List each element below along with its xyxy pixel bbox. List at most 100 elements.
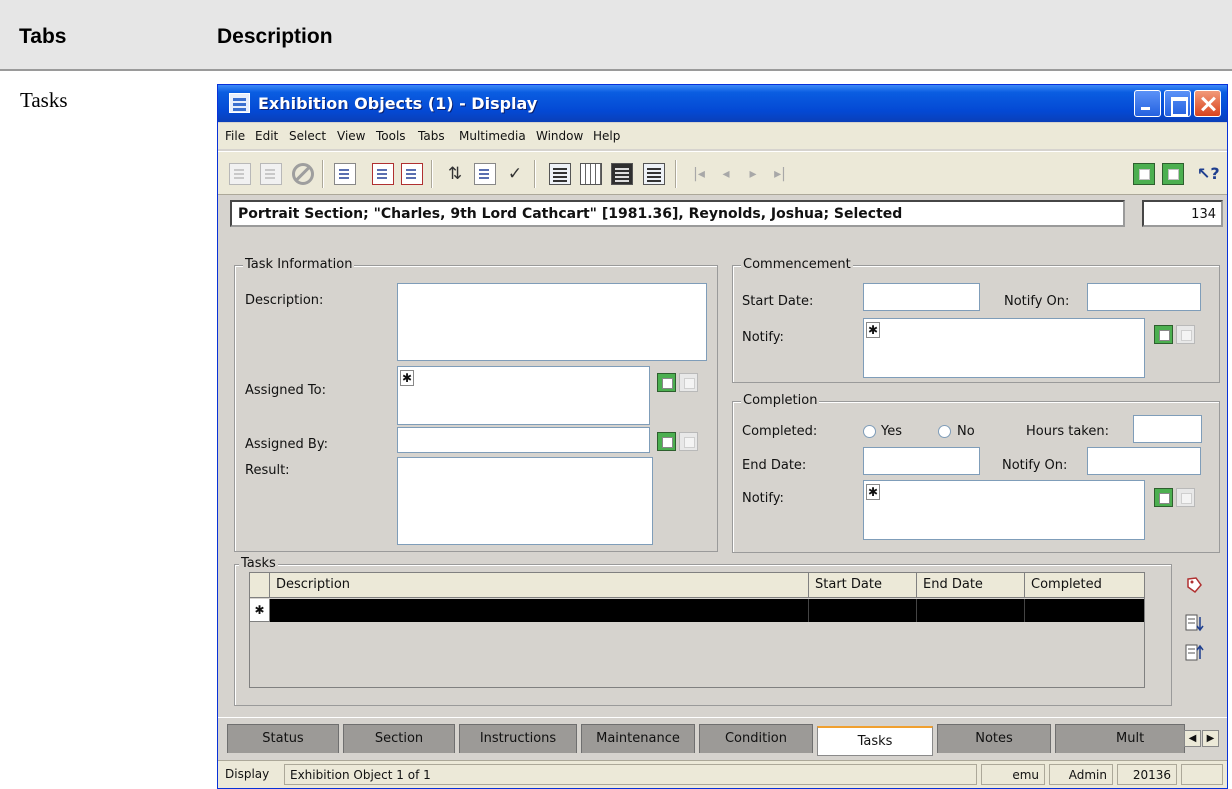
tab-section[interactable]: Section [343,724,455,753]
menu-bar: File Edit Select View Tools Tabs Multime… [218,123,1227,149]
menu-view[interactable]: View [337,129,365,143]
assigned-by-lookup-icon[interactable] [657,432,676,451]
menu-tools[interactable]: Tools [376,129,406,143]
completion-title: Completion [741,393,820,408]
completion-notify-lookup-icon[interactable] [1154,488,1173,507]
notes-icon[interactable] [1162,163,1184,185]
completed-no-label: No [957,424,975,439]
delete-record-icon[interactable] [401,163,423,185]
grid-header-description[interactable]: Description [270,573,809,598]
task-information-title: Task Information [243,257,355,272]
grid-header-start-date[interactable]: Start Date [809,573,917,598]
previous-record-icon[interactable]: ◂ [715,163,737,185]
tab-multimedia[interactable]: Mult [1055,724,1185,753]
tab-tasks[interactable]: Tasks [817,726,933,756]
completion-notify-view-icon[interactable] [1176,488,1195,507]
grid-cell[interactable] [270,599,809,622]
close-button[interactable] [1194,90,1221,117]
window-title: Exhibition Objects (1) - Display [258,94,538,113]
attach-icon[interactable] [474,163,496,185]
end-date-field[interactable] [863,447,980,475]
record-summary: Portrait Section; "Charles, 9th Lord Cat… [230,200,1125,227]
tab-instructions[interactable]: Instructions [459,724,577,753]
assigned-by-view-icon[interactable] [679,432,698,451]
copy-record-icon[interactable] [372,163,394,185]
assigned-to-field[interactable]: ✱ [397,366,650,425]
spell-check-icon[interactable]: ✓ [504,163,526,185]
menu-tabs[interactable]: Tabs [418,129,445,143]
move-row-up-icon[interactable] [1184,643,1204,663]
commencement-notify-on-field[interactable] [1087,283,1201,311]
new-row-star-icon: ✱ [866,484,880,500]
menu-edit[interactable]: Edit [255,129,278,143]
tag-icon[interactable] [1184,575,1204,595]
menu-select[interactable]: Select [289,129,326,143]
move-row-down-icon[interactable] [1184,613,1204,633]
description-field[interactable] [397,283,707,361]
status-mode: Display [220,764,280,785]
menu-file[interactable]: File [225,129,245,143]
lookup-icon[interactable] [1133,163,1155,185]
grid-new-row[interactable] [270,599,1144,622]
minimize-button[interactable] [1134,90,1161,117]
tab-condition[interactable]: Condition [699,724,813,753]
menu-help[interactable]: Help [593,129,620,143]
new-window-icon[interactable] [334,163,356,185]
grid-cell[interactable] [809,599,917,622]
commencement-notify-lookup-icon[interactable] [1154,325,1173,344]
assigned-to-view-icon[interactable] [679,373,698,392]
details-view-icon[interactable] [549,163,571,185]
commencement-notify-view-icon[interactable] [1176,325,1195,344]
last-record-icon[interactable]: ▸| [769,163,791,185]
maximize-button[interactable] [1164,90,1191,117]
hours-taken-field[interactable] [1133,415,1202,443]
col-header-description: Description [217,25,333,48]
new-record-icon[interactable] [229,163,251,185]
title-bar[interactable]: Exhibition Objects (1) - Display [218,85,1227,122]
start-date-field[interactable] [863,283,980,311]
new-row-star-icon: ✱ [866,322,880,338]
tab-scroll-right-icon[interactable]: ▶ [1202,730,1219,747]
grid-corner-header [250,573,270,598]
toolbar-separator [431,160,433,188]
form-view-icon[interactable] [643,163,665,185]
sort-icon[interactable]: ⇅ [444,163,466,185]
first-record-icon[interactable]: |◂ [688,163,710,185]
cancel-icon[interactable] [292,163,314,185]
tab-notes[interactable]: Notes [937,724,1051,753]
commencement-notify-on-label: Notify On: [1004,294,1070,309]
assigned-to-lookup-icon[interactable] [657,373,676,392]
result-label: Result: [245,463,290,478]
completion-notify-on-field[interactable] [1087,447,1201,475]
tab-status[interactable]: Status [227,724,339,753]
assigned-by-field[interactable] [397,427,650,453]
save-icon[interactable] [260,163,282,185]
completion-notify-on-label: Notify On: [1002,458,1068,473]
help-pointer-icon[interactable]: ↖? [1197,163,1220,185]
tab-scroll-left-icon[interactable]: ◀ [1184,730,1201,747]
app-window: Exhibition Objects (1) - Display File Ed… [217,84,1228,789]
grid-header-completed[interactable]: Completed [1025,573,1145,598]
menu-multimedia[interactable]: Multimedia [459,129,526,143]
status-bar: Display Exhibition Object 1 of 1 emu Adm… [218,760,1227,788]
assigned-to-label: Assigned To: [245,383,326,398]
status-resize-grip[interactable] [1181,764,1223,785]
next-record-icon[interactable]: ▸ [742,163,764,185]
completion-notify-field[interactable]: ✱ [863,480,1145,540]
result-field[interactable] [397,457,653,545]
list-view-icon[interactable] [580,163,602,185]
tab-maintenance[interactable]: Maintenance [581,724,695,753]
commencement-notify-field[interactable]: ✱ [863,318,1145,378]
menu-window[interactable]: Window [536,129,583,143]
completed-no-radio[interactable] [938,425,951,438]
completed-yes-radio[interactable] [863,425,876,438]
end-date-label: End Date: [742,458,807,473]
description-label: Description: [245,293,324,308]
toolbar: ⇅ ✓ |◂ ◂ ▸ ▸| ↖? [218,151,1227,195]
grid-cell[interactable] [917,599,1025,622]
tasks-grid[interactable]: Description Start Date End Date Complete… [249,572,1145,688]
status-database: emu [981,764,1045,785]
page-view-icon[interactable] [611,163,633,185]
status-user: Admin [1049,764,1113,785]
grid-header-end-date[interactable]: End Date [917,573,1025,598]
